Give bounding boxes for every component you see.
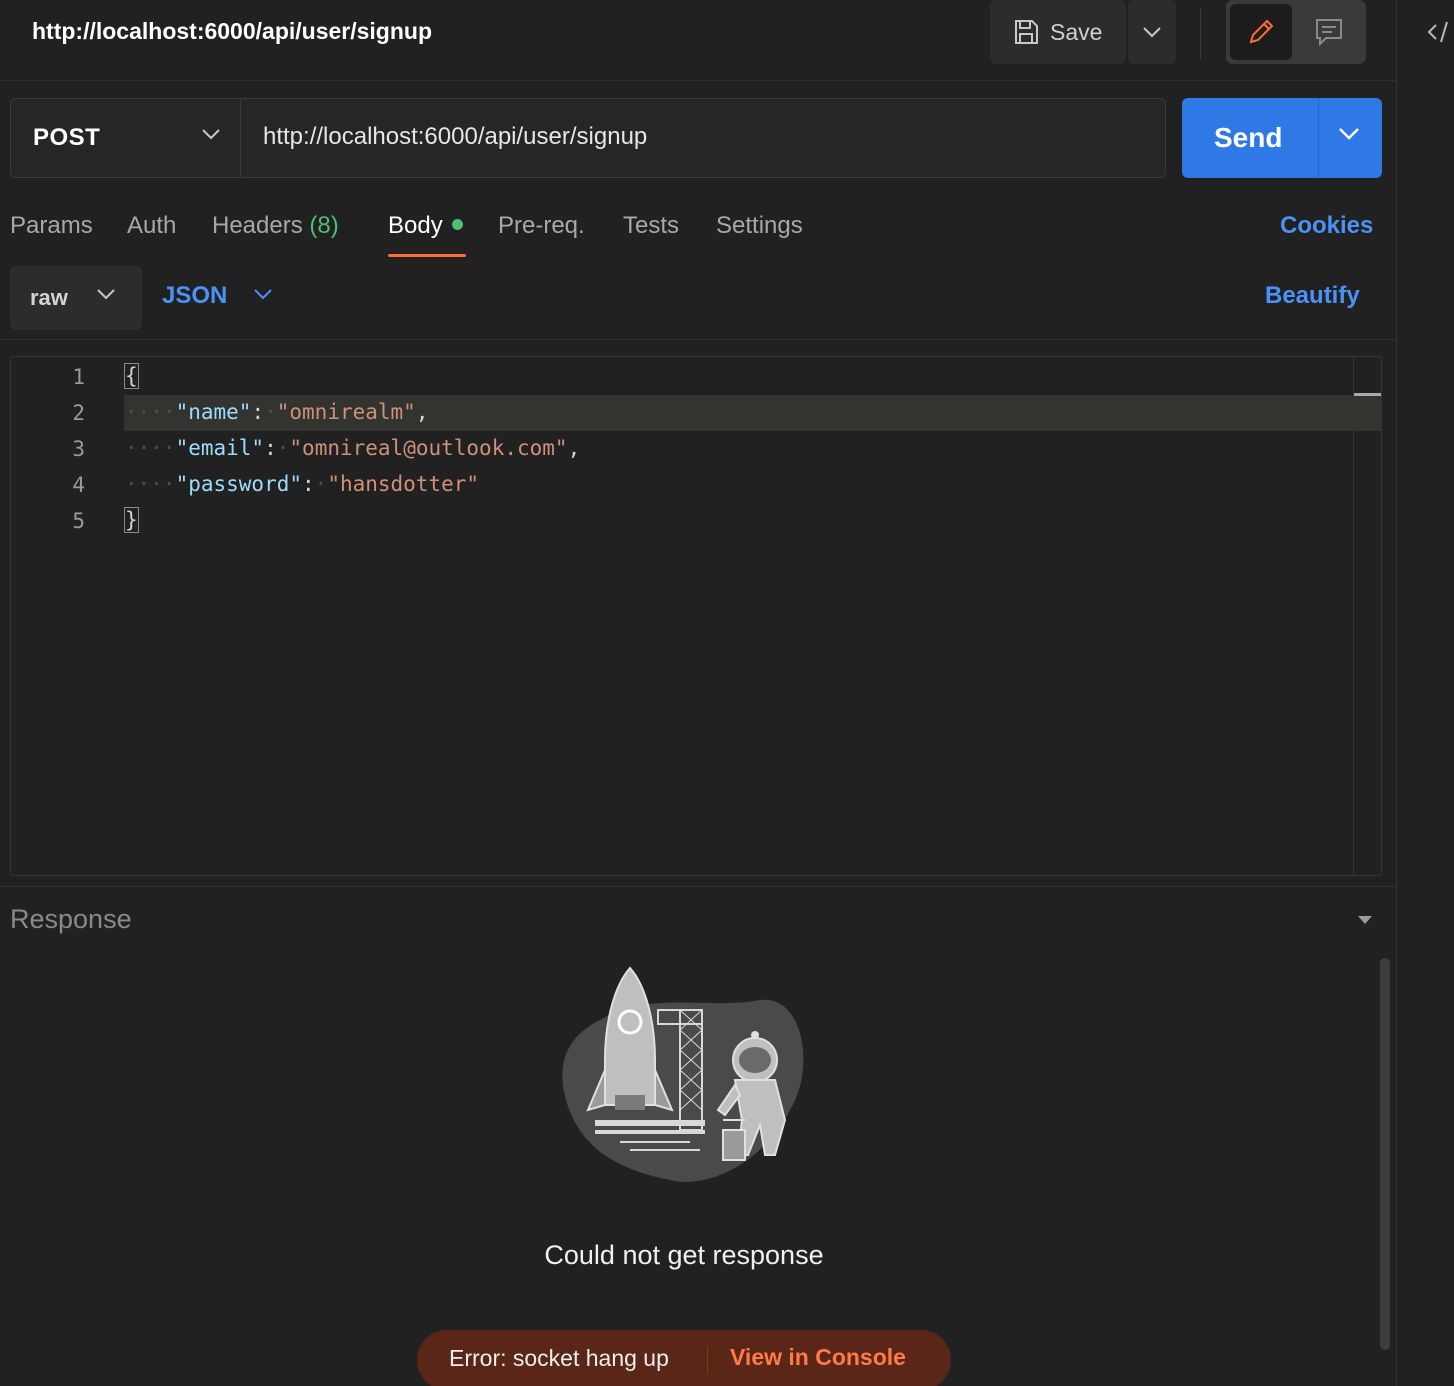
code-line: 1 { [11,359,1381,395]
headers-count-badge: (8) [309,212,339,239]
beautify-button[interactable]: Beautify [1265,282,1360,310]
empty-response-message: Could not get response [544,1240,824,1270]
error-banner: Error: socket hang up View in Console [417,1330,951,1386]
minimap-viewport[interactable] [1354,393,1381,396]
chevron-down-icon[interactable] [1338,127,1360,141]
json-value: "omnirealm" [276,400,416,424]
comment-icon [1316,19,1342,47]
line-number: 3 [72,437,85,461]
send-label: Send [1214,122,1283,153]
body-mode-select[interactable]: raw [10,266,142,330]
line-number: 5 [72,509,85,533]
divider [0,886,1396,887]
save-button[interactable]: Save [990,0,1126,64]
comment-mode-button[interactable] [1298,4,1360,60]
tab-tests[interactable]: Tests [623,212,679,240]
tab-headers[interactable]: Headers (8) [212,212,339,240]
json-value: "hansdotter" [327,472,480,496]
code-icon[interactable] [1427,18,1453,46]
save-options-button[interactable] [1128,0,1176,64]
code-line: 2 ····"name":·"omnirealm", [11,395,1381,431]
view-in-console-link[interactable]: View in Console [730,1344,906,1371]
caret-down-icon[interactable] [1356,914,1374,926]
tab-params[interactable]: Params [10,212,93,240]
language-select[interactable]: JSON [162,282,227,310]
response-scrollbar[interactable] [1380,958,1390,1350]
json-key: "name" [175,400,252,424]
edit-mode-button[interactable] [1230,4,1292,60]
chevron-down-icon [202,129,220,140]
tab-settings[interactable]: Settings [716,212,803,240]
close-brace: } [124,507,139,533]
code-line: 4 ····"password":·"hansdotter" [11,467,1381,503]
request-url-bar: POST http://localhost:6000/api/user/sign… [10,98,1166,178]
tab-headers-label: Headers [212,212,303,239]
code-line: 3 ····"email":·"omnireal@outlook.com", [11,431,1381,467]
save-label: Save [1050,18,1103,45]
active-tab-indicator [388,254,466,257]
code-editor[interactable]: 1 { 2 ····"name":·"omnirealm", 3 ····"em… [10,356,1382,876]
line-number: 1 [72,365,85,389]
json-key: "email" [175,436,265,460]
code-line: 5 } [11,503,1381,539]
body-options-bar: raw JSON Beautify [0,266,1396,340]
chevron-down-icon[interactable] [253,288,273,300]
line-number: 2 [72,401,85,425]
json-value: "omnireal@outlook.com" [289,436,568,460]
tab-body[interactable]: Body [388,212,463,240]
divider [1200,8,1201,60]
save-icon [1015,20,1038,44]
view-mode-toggle [1226,0,1366,64]
send-button[interactable]: Send [1182,98,1382,178]
rocket-launch-illustration [562,966,804,1182]
divider [1318,98,1319,178]
pencil-icon [1249,19,1274,44]
request-tabs: Params Auth Headers (8) Body Pre-req. Te… [0,206,1396,266]
body-mode-label: raw [30,285,68,310]
chevron-down-icon [97,289,115,300]
right-sidebar [1396,0,1454,1386]
tab-auth[interactable]: Auth [127,212,176,240]
json-comma: , [415,400,429,424]
request-panel: http://localhost:6000/api/user/signup Sa… [0,0,1396,1386]
tab-prereq[interactable]: Pre-req. [498,212,585,240]
request-title[interactable]: http://localhost:6000/api/user/signup [32,18,432,45]
method-label: POST [33,124,101,151]
error-message: Error: socket hang up [449,1345,669,1371]
method-select[interactable]: POST [11,99,241,177]
tab-body-label: Body [388,212,443,239]
open-brace: { [124,363,139,389]
url-input[interactable]: http://localhost:6000/api/user/signup [263,123,647,151]
request-header: http://localhost:6000/api/user/signup Sa… [0,0,1396,81]
body-indicator-dot [451,219,463,231]
chevron-down-icon [1143,27,1161,38]
json-key: "password" [175,472,303,496]
cookies-link[interactable]: Cookies [1280,212,1373,240]
json-comma: , [567,436,581,460]
editor-minimap [1353,357,1354,875]
line-number: 4 [72,473,85,497]
response-title: Response [10,904,132,934]
divider [707,1346,708,1374]
